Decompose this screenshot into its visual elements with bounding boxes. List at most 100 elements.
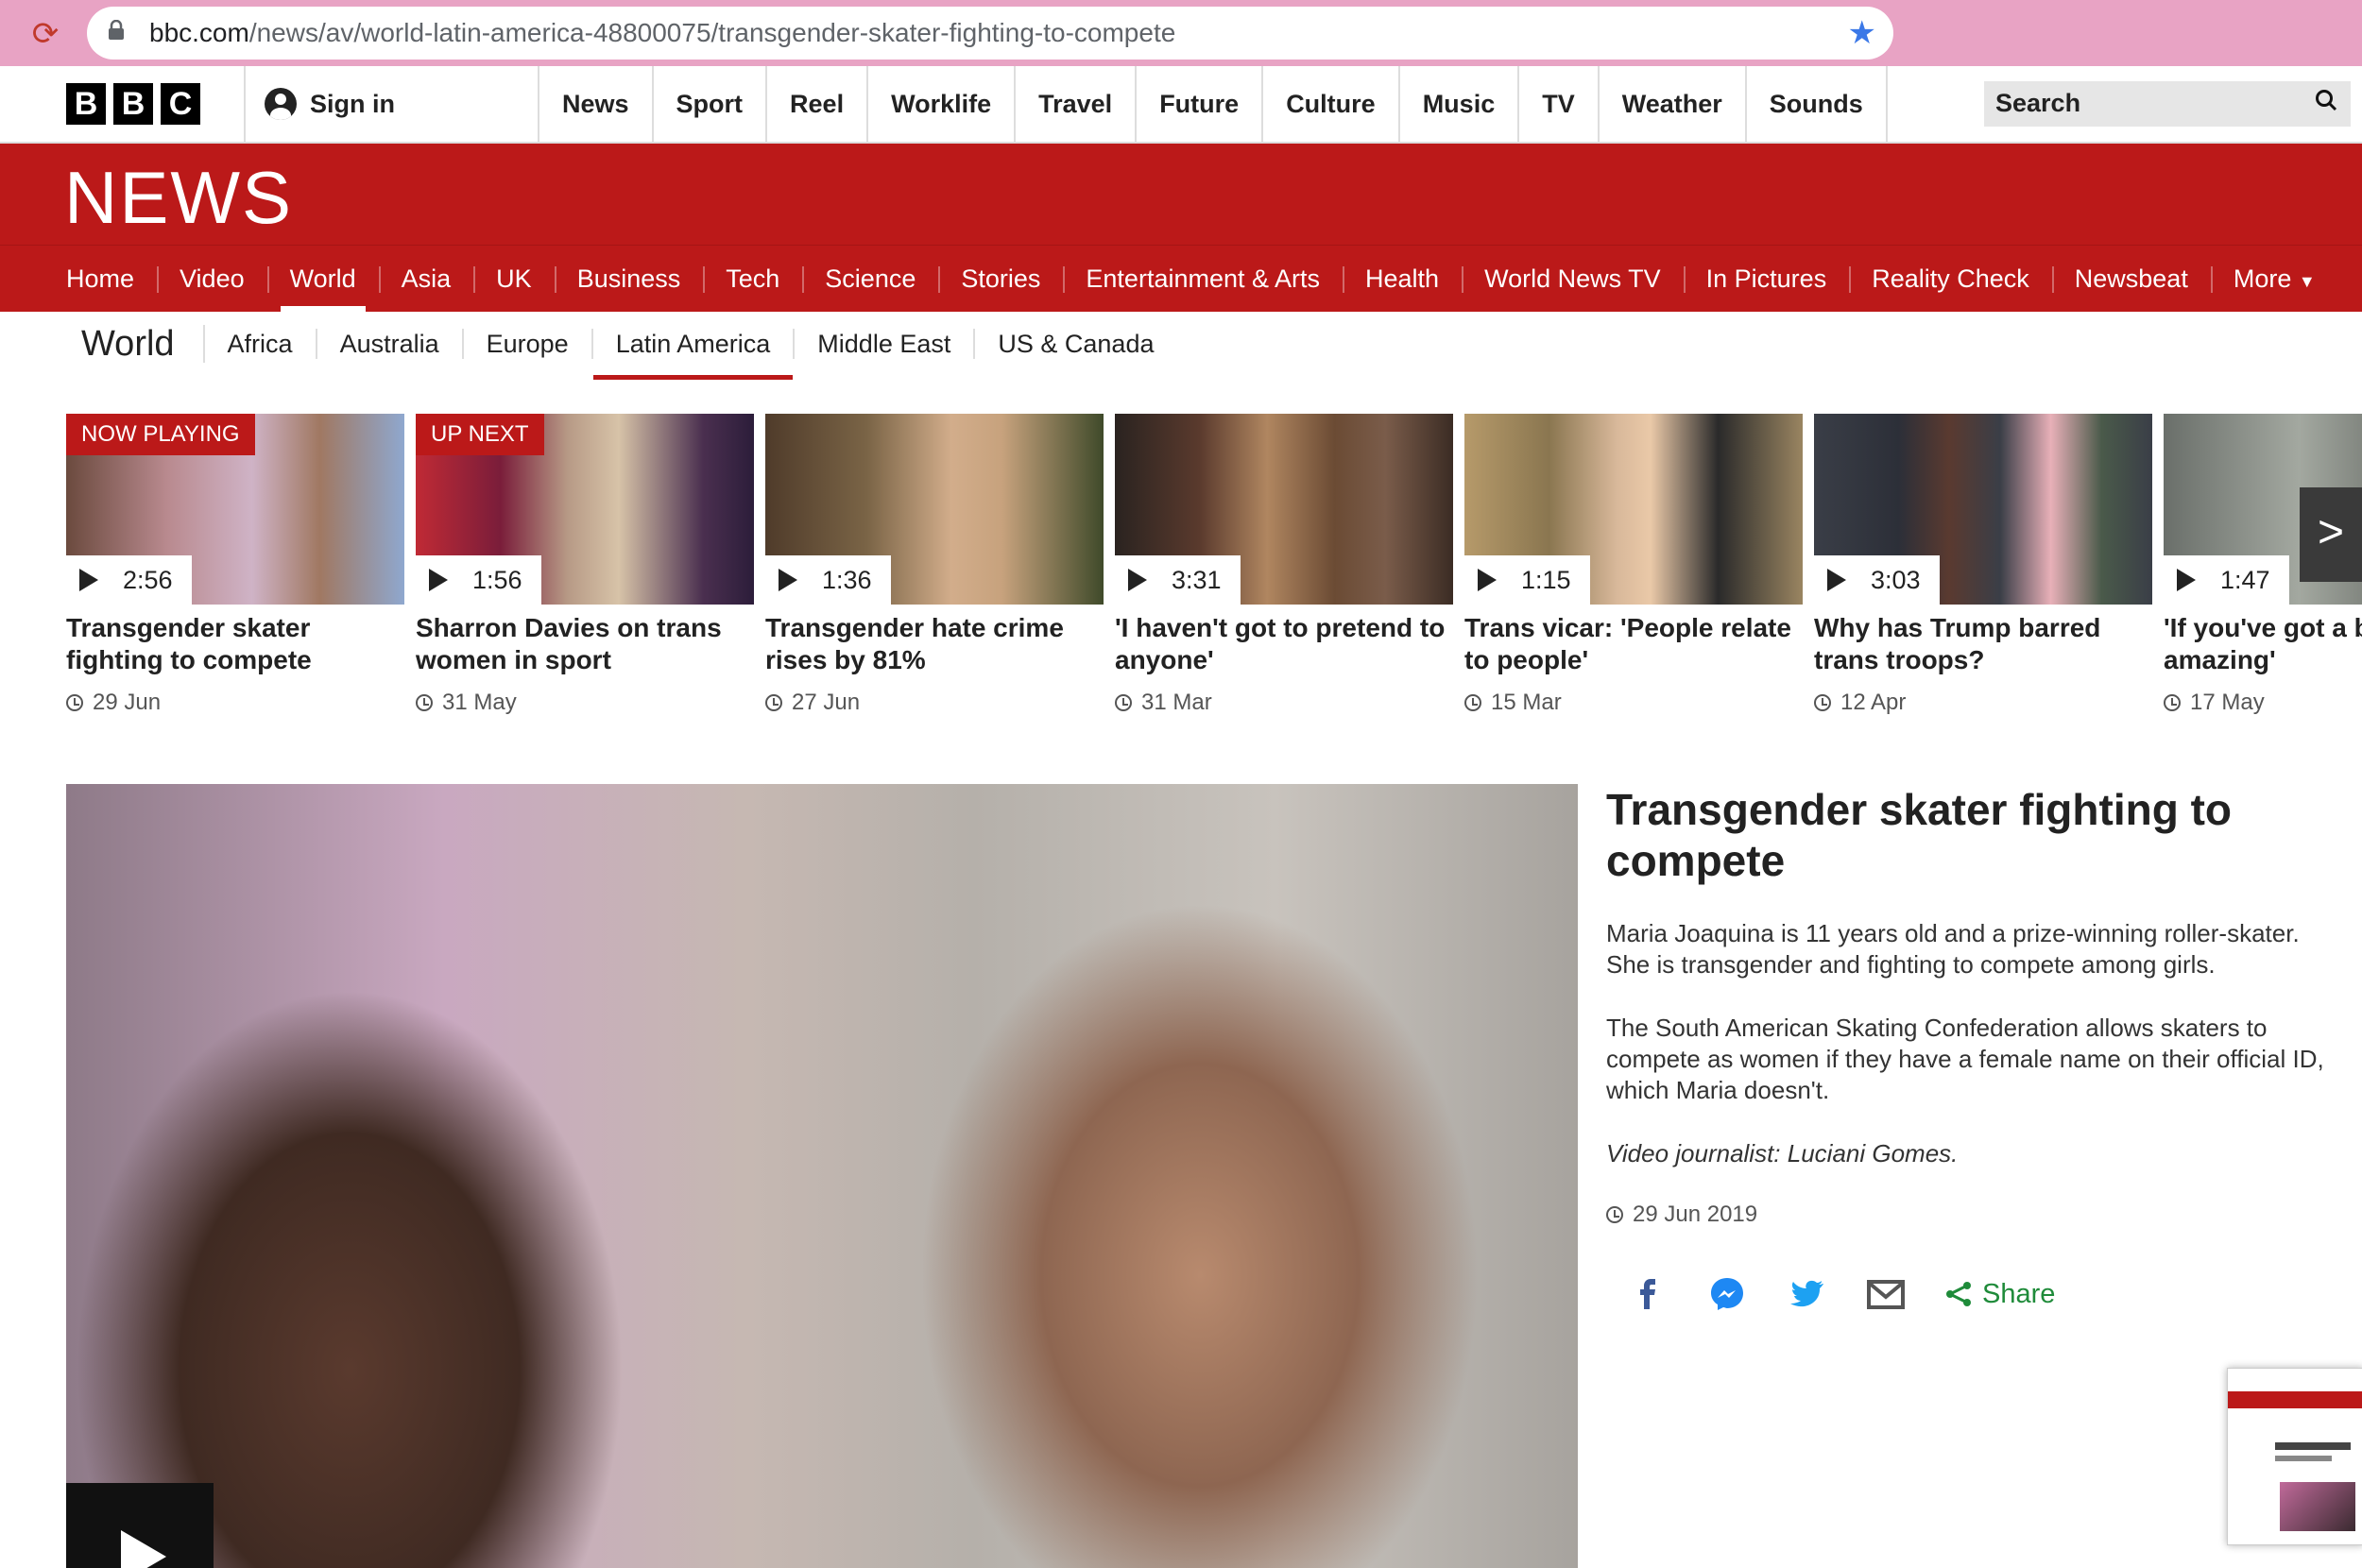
video-thumbnail[interactable]: 3:31 [1115,414,1453,605]
section-home[interactable]: Home [43,246,157,312]
carousel-card[interactable]: NOW PLAYING 2:56 Transgender skater figh… [66,414,404,716]
video-thumbnail[interactable]: 1:36 [765,414,1104,605]
clock-icon [1814,694,1831,711]
facebook-icon[interactable] [1627,1273,1669,1315]
play-icon [779,569,797,591]
floating-preview-thumbnail[interactable] [2227,1368,2362,1545]
clock-icon [416,694,433,711]
nav-news[interactable]: News [539,66,654,142]
carousel-card[interactable]: 1:36 Transgender hate crime rises by 81%… [765,414,1104,716]
bbc-logo[interactable]: B B C [66,83,200,125]
section-entertainment[interactable]: Entertainment & Arts [1063,246,1343,312]
duration-tag: 1:56 [416,555,541,605]
story-credit: Video journalist: Luciani Gomes. [1606,1139,1959,1167]
carousel-next-button[interactable]: > [2300,487,2362,582]
video-thumbnail[interactable]: 3:03 [1814,414,2152,605]
card-title[interactable]: Sharron Davies on trans women in sport [416,612,748,676]
section-business[interactable]: Business [554,246,704,312]
nav-worklife[interactable]: Worklife [868,66,1017,142]
share-button[interactable]: Share [1944,1279,2055,1310]
logo-letter: C [161,83,200,125]
sign-in-link[interactable]: Sign in [244,66,539,142]
card-title[interactable]: Why has Trump barred trans troops? [1814,612,2147,676]
bookmark-star-icon[interactable]: ★ [1848,14,1876,52]
chevron-right-icon: > [2317,507,2345,557]
url-host: bbc.com [149,18,249,47]
subnav-australia[interactable]: Australia [317,329,464,359]
email-icon[interactable] [1865,1273,1907,1315]
subnav-europe[interactable]: Europe [464,329,593,359]
caret-down-icon: ▼ [2298,272,2316,291]
card-date: 31 Mar [1115,690,1453,716]
story-panel: Transgender skater fighting to compete M… [1606,784,2343,1228]
duration: 1:36 [822,565,872,594]
video-thumbnail[interactable]: UP NEXT 1:56 [416,414,754,605]
mini-news-band [2228,1391,2362,1408]
nav-future[interactable]: Future [1137,66,1264,142]
section-stories[interactable]: Stories [938,246,1063,312]
section-newsbeat[interactable]: Newsbeat [2051,246,2211,312]
section-uk[interactable]: UK [473,246,555,312]
reload-icon[interactable]: ⟳ [26,15,64,53]
search-placeholder: Search [1995,89,2081,117]
card-title-line: amazing' [2164,645,2276,674]
card-title[interactable]: Trans vicar: 'People relate to people' [1464,612,1797,676]
card-title[interactable]: 'If you've got a b amazing' [2164,612,2362,676]
section-world[interactable]: World [266,246,379,312]
section-tech[interactable]: Tech [703,246,802,312]
duration-tag: 1:47 [2164,555,2289,605]
carousel-card[interactable]: 3:31 'I haven't got to pretend to anyone… [1115,414,1453,716]
subnav-middle-east[interactable]: Middle East [795,329,976,359]
section-world-news-tv[interactable]: World News TV [1462,246,1684,312]
carousel-card[interactable]: 3:03 Why has Trump barred trans troops? … [1814,414,2152,716]
section-video[interactable]: Video [157,246,267,312]
carousel-card[interactable]: 1:15 Trans vicar: 'People relate to peop… [1464,414,1803,716]
nav-tv[interactable]: TV [1519,66,1600,142]
search-icon[interactable] [2315,89,2337,111]
duration: 3:03 [1871,565,1921,594]
share-label: Share [1982,1278,2056,1309]
video-thumbnail[interactable]: NOW PLAYING 2:56 [66,414,404,605]
nav-sport[interactable]: Sport [654,66,768,142]
section-health[interactable]: Health [1343,246,1462,312]
main-video-player[interactable] [66,784,1578,1568]
subnav-africa[interactable]: Africa [205,329,317,359]
card-title[interactable]: Transgender hate crime rises by 81% [765,612,1098,676]
now-playing-badge: NOW PLAYING [66,414,255,455]
subnav-us-canada[interactable]: US & Canada [975,329,1176,359]
nav-travel[interactable]: Travel [1016,66,1138,142]
nav-music[interactable]: Music [1400,66,1520,142]
carousel-card[interactable]: UP NEXT 1:56 Sharron Davies on trans wom… [416,414,754,716]
nav-sounds[interactable]: Sounds [1747,66,1888,142]
card-title[interactable]: 'I haven't got to pretend to anyone' [1115,612,1447,676]
duration-tag: 3:31 [1115,555,1241,605]
nav-culture[interactable]: Culture [1263,66,1400,142]
news-logo[interactable]: NEWS [64,155,293,241]
play-icon [1478,569,1497,591]
duration: 1:47 [2220,565,2270,594]
messenger-icon[interactable] [1706,1273,1748,1315]
video-play-button[interactable] [66,1483,214,1568]
section-science[interactable]: Science [802,246,938,312]
mini-header [2228,1369,2362,1392]
section-asia[interactable]: Asia [378,246,474,312]
video-thumbnail[interactable]: 1:15 [1464,414,1803,605]
section-in-pictures[interactable]: In Pictures [1683,246,1850,312]
nav-weather[interactable]: Weather [1600,66,1747,142]
url-text: bbc.com/news/av/world-latin-america-4880… [149,18,1175,48]
duration-tag: 2:56 [66,555,192,605]
card-date: 29 Jun [66,690,404,716]
address-bar[interactable]: bbc.com/news/av/world-latin-america-4880… [87,7,1893,60]
twitter-icon[interactable] [1786,1273,1827,1315]
card-title[interactable]: Transgender skater fighting to compete [66,612,399,676]
section-more[interactable]: More ▼ [2210,246,2338,312]
search-input[interactable]: Search [1984,81,2351,127]
news-section-nav: Home Video World Asia UK Business Tech S… [0,245,2362,312]
mini-headline [2275,1442,2351,1450]
subnav-heading[interactable]: World [66,325,205,363]
subnav-latin-america[interactable]: Latin America [592,329,796,380]
lock-icon [109,20,124,40]
nav-reel[interactable]: Reel [767,66,869,142]
section-reality-check[interactable]: Reality Check [1849,246,2052,312]
card-date: 31 May [416,690,754,716]
